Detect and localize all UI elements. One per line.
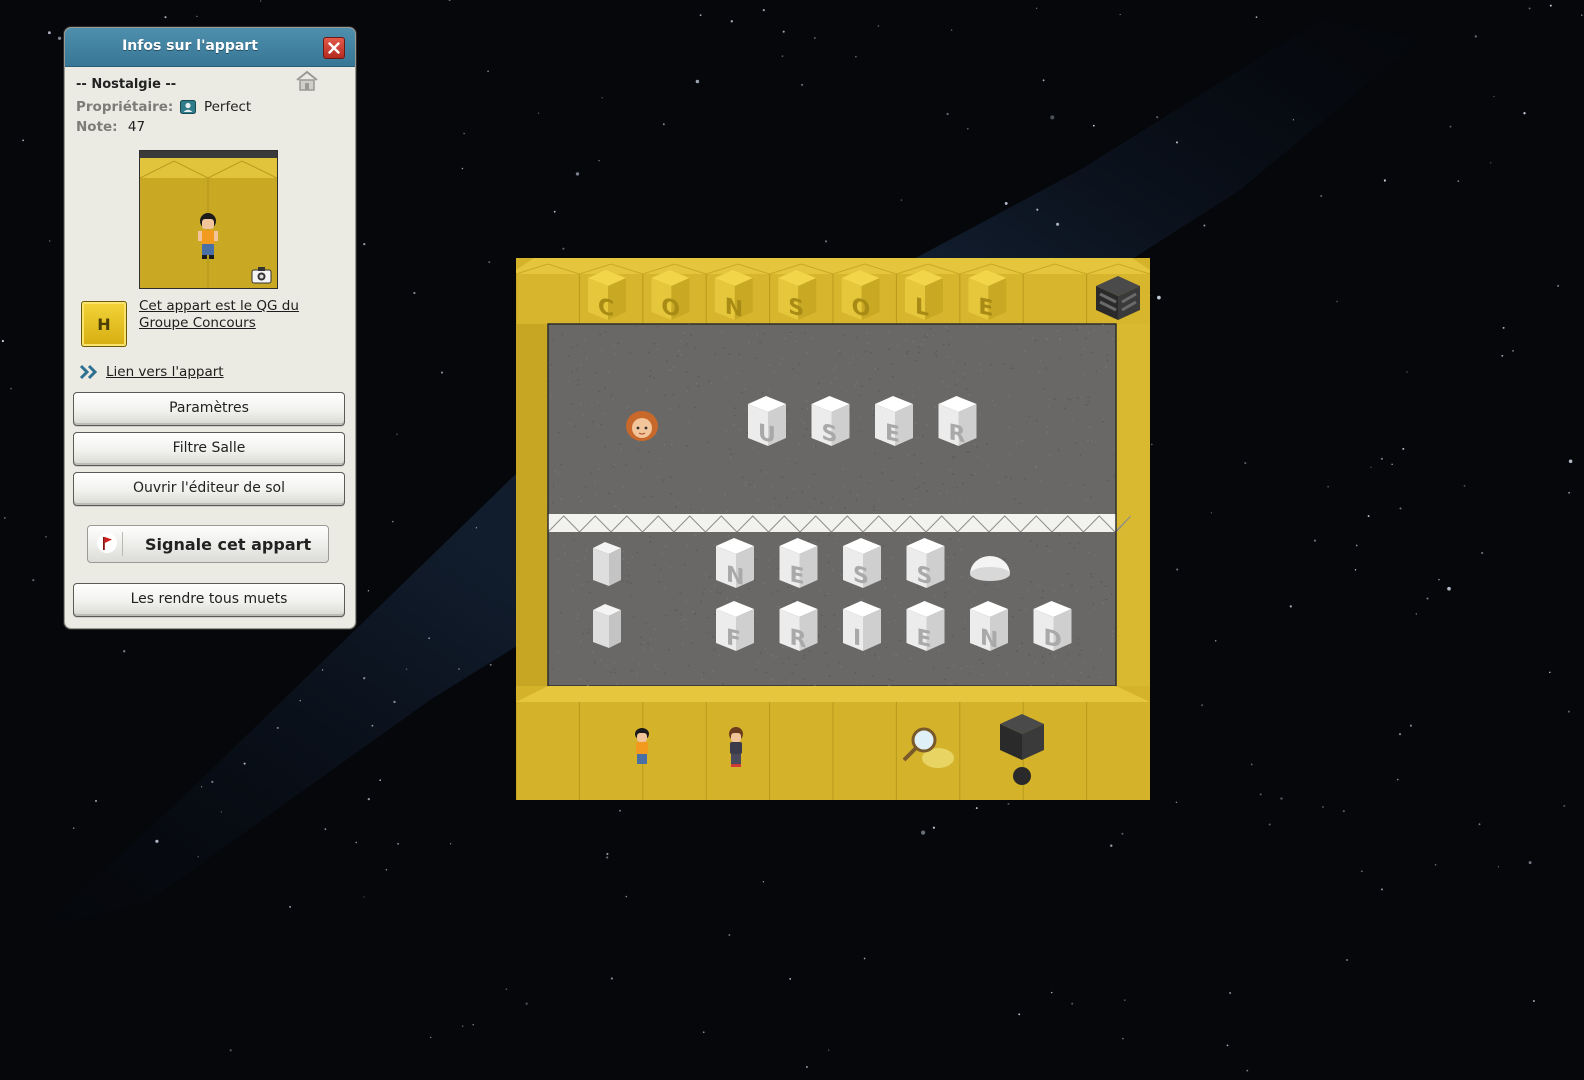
double-chevron-icon[interactable] xyxy=(79,364,101,380)
svg-text:F: F xyxy=(726,624,741,653)
pedestal-furni xyxy=(593,604,621,648)
svg-text:O: O xyxy=(661,293,680,323)
svg-text:L: L xyxy=(915,293,929,322)
floor-lower xyxy=(548,532,1116,686)
avatar xyxy=(635,728,649,764)
floor-editor-button[interactable]: Ouvrir l'éditeur de sol xyxy=(73,472,345,506)
room-info-window: Infos sur l'appart -- Nostalgie -- Propr… xyxy=(64,27,356,629)
svg-text:E: E xyxy=(978,293,993,322)
pedestal-furni xyxy=(593,542,621,586)
svg-text:E: E xyxy=(917,624,932,653)
svg-text:I: I xyxy=(853,624,861,651)
floor-letter-block: I xyxy=(843,601,881,652)
svg-text:S: S xyxy=(822,419,838,448)
rating-label: Note: xyxy=(76,119,118,135)
owner-row: Propriétaire: Perfect xyxy=(76,99,251,115)
svg-text:S: S xyxy=(853,561,869,590)
svg-text:R: R xyxy=(790,624,807,653)
svg-text:E: E xyxy=(885,419,900,448)
svg-text:S: S xyxy=(788,293,804,322)
window-title: Infos sur l'appart xyxy=(122,38,258,54)
settings-button[interactable]: Paramètres xyxy=(73,392,345,426)
room-name: -- Nostalgie -- xyxy=(76,77,177,92)
svg-text:N: N xyxy=(725,293,743,323)
close-icon xyxy=(328,42,340,54)
owner-name[interactable]: Perfect xyxy=(204,99,251,115)
user-info-icon[interactable] xyxy=(179,100,196,114)
room-thumbnail xyxy=(139,150,278,289)
avatar xyxy=(729,727,743,767)
room-view[interactable]: C O N S O L E U S E R N E S S F R I E N D xyxy=(516,258,1150,800)
close-button[interactable] xyxy=(323,37,345,59)
avatar-head xyxy=(626,411,658,441)
wall-letter-block: L xyxy=(905,270,943,322)
red-flag-icon xyxy=(97,533,117,553)
owner-label: Propriétaire: xyxy=(76,99,174,115)
svg-text:N: N xyxy=(726,561,744,591)
report-room-button[interactable]: Signale cet appart xyxy=(87,525,329,563)
svg-text:R: R xyxy=(949,419,966,448)
home-icon[interactable] xyxy=(295,70,319,92)
svg-text:N: N xyxy=(980,624,998,654)
window-header[interactable]: Infos sur l'appart xyxy=(65,28,355,67)
rating-value: 47 xyxy=(127,119,146,135)
room-link[interactable]: Lien vers l'appart xyxy=(106,364,224,380)
mute-all-button[interactable]: Les rendre tous muets xyxy=(73,583,345,617)
svg-text:S: S xyxy=(917,561,933,590)
svg-text:C: C xyxy=(598,293,614,322)
svg-text:D: D xyxy=(1044,624,1062,654)
svg-text:U: U xyxy=(758,419,776,449)
group-badge[interactable]: H xyxy=(81,301,127,347)
report-label: Signale cet appart xyxy=(145,535,312,554)
rating-row: Note: 47 xyxy=(76,119,145,135)
svg-text:E: E xyxy=(790,561,805,590)
group-link[interactable]: Cet appart est le QG du Groupe Concours xyxy=(139,298,339,332)
svg-text:O: O xyxy=(852,293,871,323)
room-filter-button[interactable]: Filtre Salle xyxy=(73,432,345,466)
